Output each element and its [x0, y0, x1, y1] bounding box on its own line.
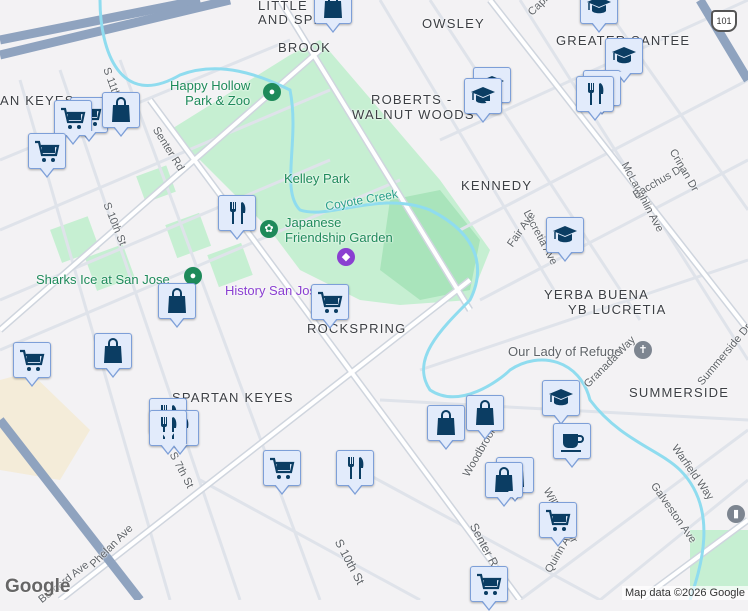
grocery-store-icon — [35, 140, 60, 162]
grocery-store-icon — [270, 457, 295, 479]
marker-restaurant[interactable] — [336, 450, 374, 495]
grocery-store-icon — [477, 573, 502, 595]
marker-grocery[interactable] — [539, 502, 577, 547]
sharks-ice-label[interactable]: Sharks Ice at San Jose — [36, 272, 170, 287]
neighborhood-label: YERBA BUENA — [544, 287, 649, 302]
our-lady-of-refuge-label[interactable]: Our Lady of Refuge — [508, 344, 621, 359]
marker-grocery[interactable] — [311, 284, 349, 329]
japanese-garden-label[interactable]: Japanese Friendship Garden — [285, 215, 393, 245]
marker-shopping[interactable] — [466, 395, 504, 440]
restaurant-icon — [348, 457, 364, 479]
marker-restaurant[interactable] — [218, 195, 256, 240]
happy-hollow-label[interactable]: Happy Hollow Park & Zoo — [170, 78, 250, 108]
museum-icon[interactable]: ◆ — [337, 248, 355, 266]
industrial-area — [0, 372, 90, 480]
grocery-store-icon — [318, 291, 343, 313]
neighborhood-label: SPARTAN KEYES — [172, 390, 294, 405]
google-logo[interactable]: Google — [5, 576, 70, 598]
neighborhood-label: BROOK — [278, 40, 331, 55]
shopping-icon — [104, 338, 122, 363]
shopping-icon — [324, 0, 342, 18]
shopping-icon — [476, 400, 494, 425]
marker-grocery[interactable] — [28, 133, 66, 178]
neighborhood-label: YB LUCRETIA — [568, 302, 667, 317]
map-credit[interactable]: Map data ©2026 Google — [621, 586, 748, 600]
history-san-jose-label[interactable]: History San Jose — [225, 283, 323, 298]
marker-school[interactable] — [580, 0, 618, 33]
marker-shopping[interactable] — [314, 0, 352, 33]
garden-icon[interactable]: ✿ — [260, 220, 278, 238]
marker-school[interactable] — [605, 38, 643, 83]
marker-grocery[interactable] — [13, 342, 51, 387]
zoo-icon[interactable]: ● — [263, 83, 281, 101]
neighborhood-label: ROBERTS - — [371, 92, 453, 107]
shopping-icon — [168, 288, 186, 313]
neighborhood-label: SUMMERSIDE — [629, 385, 730, 400]
grocery-store-icon — [546, 509, 571, 531]
marker-cafe[interactable] — [553, 423, 591, 468]
restaurant-icon — [230, 202, 246, 224]
highway-101-shield: 101 — [711, 10, 737, 32]
grocery-store-icon — [61, 107, 86, 129]
poi-name: Happy Hollow Park & Zoo — [170, 78, 251, 108]
library-icon[interactable]: ▮ — [727, 505, 745, 523]
grocery-store-icon — [20, 349, 45, 371]
marker-shopping[interactable] — [427, 405, 465, 450]
marker-school[interactable] — [546, 217, 584, 262]
kelley-park-label[interactable]: Kelley Park — [284, 171, 350, 186]
neighborhood-label: OWSLEY — [422, 16, 485, 31]
neighborhood-label: WALNUT WOODS — [352, 107, 475, 122]
school-icon — [549, 389, 573, 406]
shopping-icon — [437, 410, 455, 435]
neighborhood-label: KENNEDY — [461, 178, 533, 193]
school-icon — [612, 47, 636, 64]
marker-shopping[interactable] — [102, 92, 140, 137]
marker-shopping[interactable] — [94, 333, 132, 378]
shopping-icon — [112, 97, 130, 122]
marker-grocery[interactable] — [263, 450, 301, 495]
marker-school[interactable] — [542, 380, 580, 425]
school-icon — [553, 226, 577, 243]
marker-grocery[interactable] — [470, 566, 508, 611]
cafe-icon — [561, 434, 584, 452]
school-icon — [587, 0, 611, 14]
shopping-icon — [495, 467, 513, 492]
marker-shopping[interactable] — [158, 283, 196, 328]
